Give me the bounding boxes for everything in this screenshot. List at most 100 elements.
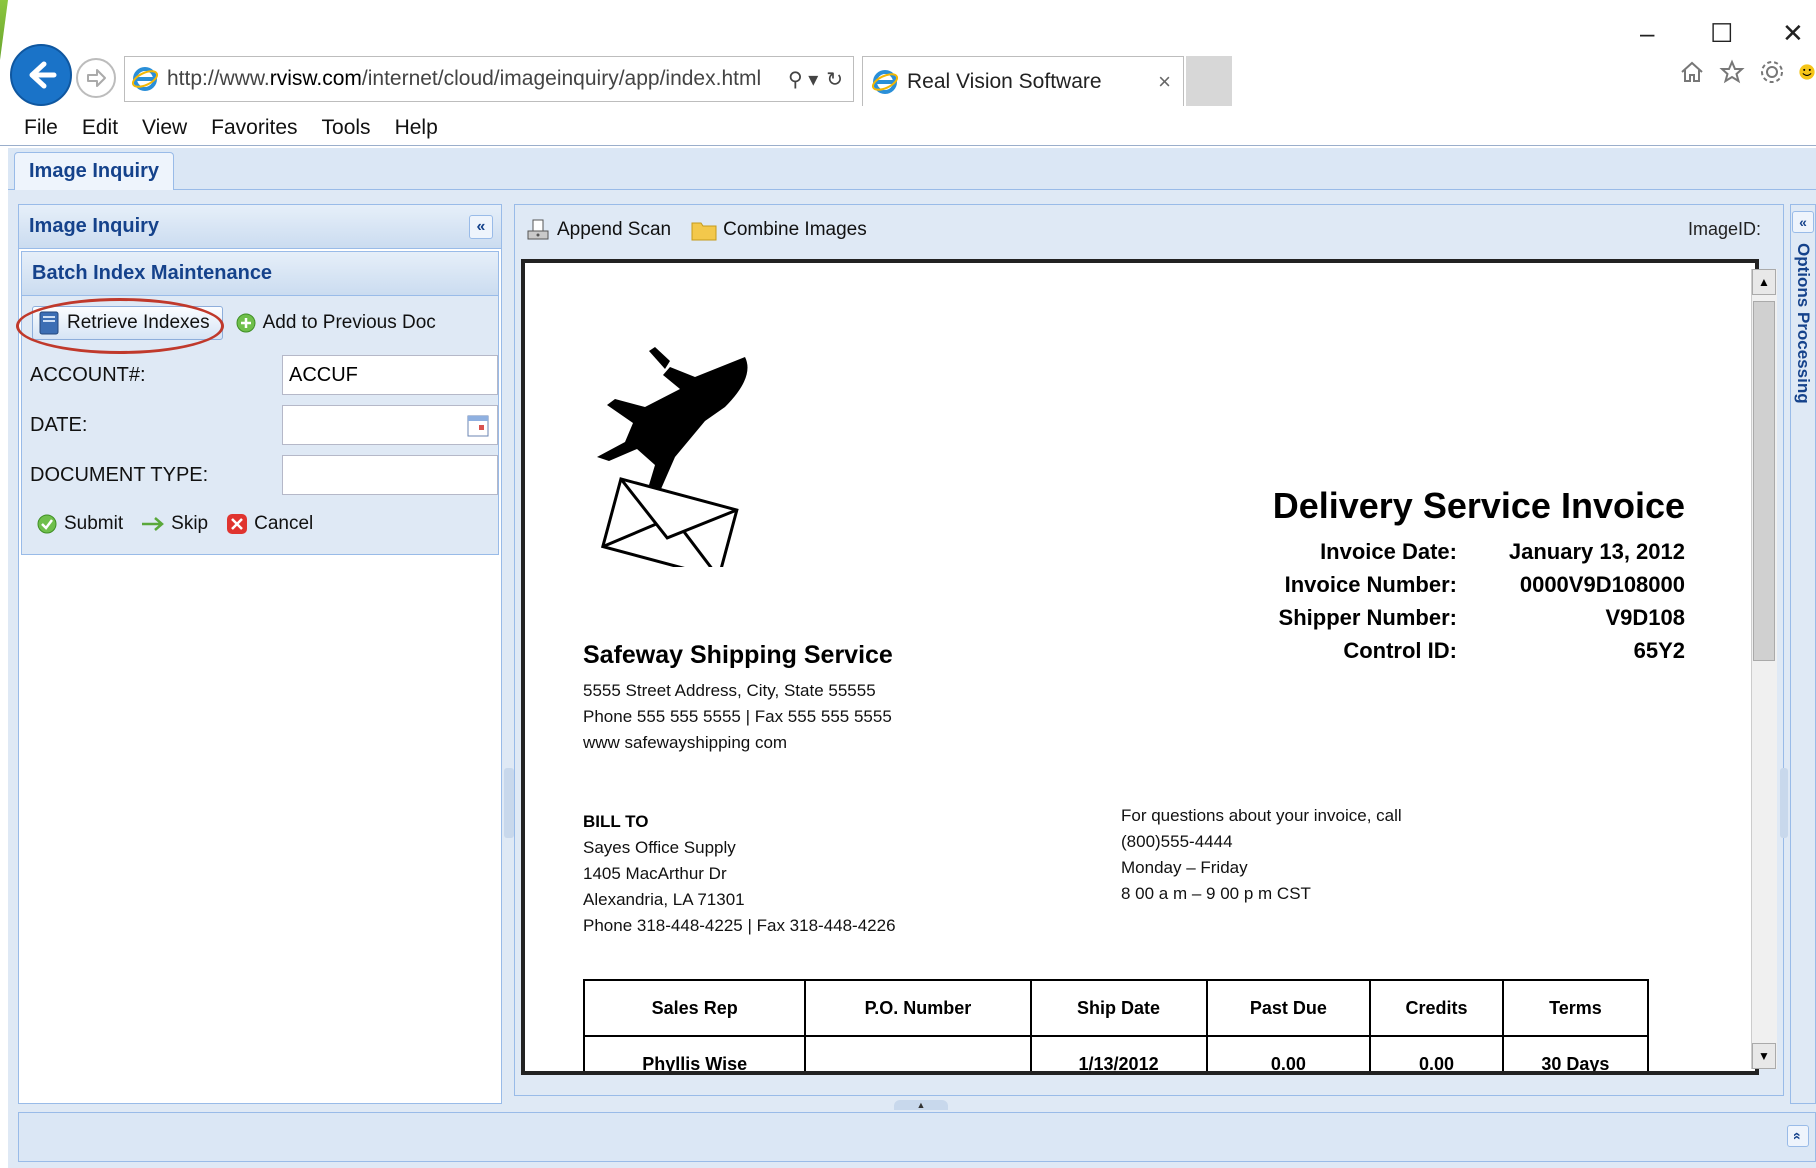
meta-label: Shipper Number:	[1278, 604, 1457, 630]
address-bar[interactable]: http://www.rvisw.com/internet/cloud/imag…	[124, 56, 854, 102]
bottom-splitter-handle[interactable]: ▲	[894, 1100, 948, 1110]
table-header: Terms	[1501, 979, 1650, 1037]
bottom-collapsed-panel: «	[18, 1112, 1816, 1162]
scroll-thumb[interactable]	[1753, 301, 1775, 661]
document-scrollbar[interactable]: ▲ ▼	[1751, 269, 1777, 1069]
company-block: Safeway Shipping Service 5555 Street Add…	[583, 641, 893, 756]
scroll-down-arrow-icon[interactable]: ▼	[1752, 1043, 1776, 1069]
document-type-input[interactable]	[282, 455, 498, 495]
forward-arrow-icon	[87, 69, 106, 87]
table-cell: 30 Days	[1501, 1035, 1650, 1071]
form-actions: Submit Skip Cancel	[22, 500, 498, 548]
table-header: Past Due	[1205, 979, 1372, 1037]
star-icon[interactable]	[1718, 58, 1746, 86]
minimize-button[interactable]: –	[1640, 18, 1654, 49]
ie-logo-icon	[871, 69, 899, 94]
left-splitter[interactable]	[504, 768, 514, 838]
arrow-right-icon	[142, 517, 165, 531]
new-tab-button[interactable]	[1186, 56, 1232, 106]
invoice-document: Delivery Service Invoice Invoice Date: J…	[525, 263, 1755, 1071]
meta-row: Invoice Date: January 13, 2012	[1279, 535, 1685, 568]
questions-line: Monday – Friday	[1121, 858, 1248, 877]
batch-index-header: Batch Index Maintenance	[22, 252, 498, 296]
menu-view[interactable]: View	[142, 116, 187, 140]
gear-icon[interactable]	[1758, 58, 1786, 86]
left-panel-header: Image Inquiry «	[19, 205, 501, 249]
image-viewer-panel: Append Scan Combine Images ImageID: Deli…	[514, 204, 1784, 1096]
meta-label: Invoice Date:	[1320, 538, 1457, 564]
close-window-button[interactable]: ✕	[1782, 18, 1804, 49]
company-website: www safewayshipping com	[583, 733, 788, 752]
submit-button[interactable]: Submit	[36, 513, 123, 535]
smiley-icon[interactable]	[1798, 58, 1816, 86]
menu-favorites[interactable]: Favorites	[211, 116, 297, 140]
meta-value: 0000V9D108000	[1519, 571, 1685, 597]
url-text: http://www.rvisw.com/internet/cloud/imag…	[167, 67, 762, 90]
scanner-icon	[527, 219, 549, 240]
tab-close-icon[interactable]: ×	[1158, 69, 1171, 95]
corner-accent	[0, 0, 8, 60]
scroll-up-arrow-icon[interactable]: ▲	[1752, 269, 1776, 295]
options-processing-label: Options Processing	[1794, 243, 1813, 404]
calendar-icon[interactable]	[464, 405, 492, 445]
table-cell: 1/13/2012	[1029, 1035, 1208, 1071]
maximize-button[interactable]: ☐	[1710, 18, 1733, 49]
menu-file[interactable]: File	[24, 116, 58, 140]
right-splitter[interactable]	[1780, 768, 1788, 838]
plane-envelope-logo	[597, 347, 748, 567]
expand-right-panel-button[interactable]: «	[1792, 211, 1814, 233]
skip-label: Skip	[171, 513, 209, 534]
folder-icon	[691, 222, 717, 241]
image-id-label: ImageID:	[1687, 219, 1761, 239]
annotation-ring	[16, 298, 224, 354]
options-processing-panel[interactable]: « Options Processing	[1790, 204, 1816, 1104]
company-address: 5555 Street Address, City, State 55555	[583, 681, 876, 700]
app-tabstrip: Image Inquiry	[8, 148, 1816, 190]
check-circle-icon	[37, 514, 57, 534]
table-header-row: Sales Rep P.O. Number Ship Date Past Due…	[582, 979, 1650, 1037]
cancel-button[interactable]: Cancel	[226, 513, 313, 535]
questions-line: 8 00 a m – 9 00 p m CST	[1121, 884, 1311, 903]
meta-row: Shipper Number: V9D108	[1279, 601, 1685, 634]
add-to-previous-doc-label: Add to Previous Doc	[262, 312, 436, 333]
tab-image-inquiry[interactable]: Image Inquiry	[14, 152, 174, 190]
bill-to-line: Alexandria, LA 71301	[583, 890, 745, 909]
left-panel-title: Image Inquiry	[29, 215, 160, 237]
forward-button[interactable]	[76, 58, 116, 98]
collapse-left-panel-button[interactable]: «	[469, 215, 493, 239]
table-cell: 0.00	[1205, 1035, 1372, 1071]
home-icon[interactable]	[1678, 58, 1706, 86]
add-to-previous-doc-button[interactable]: Add to Previous Doc	[235, 312, 436, 334]
company-phone-fax: Phone 555 555 5555 | Fax 555 555 5555	[583, 707, 892, 726]
bill-to-heading: BILL TO	[583, 812, 649, 831]
expand-bottom-panel-button[interactable]: «	[1787, 1125, 1809, 1147]
refresh-icon[interactable]: ↻	[826, 67, 843, 92]
combine-images-button[interactable]: Combine Images	[691, 219, 867, 241]
cancel-label: Cancel	[254, 513, 314, 534]
account-input[interactable]: ACCUF	[282, 355, 498, 395]
menu-tools[interactable]: Tools	[322, 116, 371, 140]
append-scan-button[interactable]: Append Scan	[525, 217, 671, 243]
table-header: Credits	[1369, 979, 1504, 1037]
date-label: DATE:	[30, 413, 88, 436]
menu-edit[interactable]: Edit	[82, 116, 118, 140]
back-button[interactable]	[10, 44, 72, 106]
menu-help[interactable]: Help	[395, 116, 438, 140]
skip-button[interactable]: Skip	[141, 513, 208, 535]
batch-index-fieldset: Batch Index Maintenance Retrieve Indexes	[16, 251, 499, 555]
app-container: Image Inquiry Image Inquiry « Batch Inde…	[8, 148, 1816, 1168]
bill-to-block: BILL TO Sayes Office Supply 1405 MacArth…	[583, 809, 896, 939]
date-row: DATE:	[22, 400, 498, 450]
left-panel: Image Inquiry « Batch Index Maintenance …	[16, 204, 502, 1104]
table-header: Sales Rep	[582, 979, 807, 1037]
meta-value: V9D108	[1605, 604, 1685, 630]
meta-label: Control ID:	[1343, 637, 1457, 663]
table-cell: 0.00	[1369, 1035, 1504, 1071]
table-row: Phyllis Wise 1/13/2012 0.00 0.00 30 Days	[582, 1035, 1650, 1071]
viewer-toolbar: Append Scan Combine Images ImageID:	[515, 205, 1783, 255]
invoice-meta: Invoice Date: January 13, 2012 Invoice N…	[1279, 535, 1685, 667]
meta-row: Control ID: 65Y2	[1279, 634, 1685, 667]
browser-chrome: http://www.rvisw.com/internet/cloud/imag…	[0, 0, 1816, 148]
search-dropdown-icon[interactable]: ⚲ ▾	[788, 67, 818, 92]
browser-tab[interactable]: Real Vision Software ×	[862, 56, 1184, 106]
